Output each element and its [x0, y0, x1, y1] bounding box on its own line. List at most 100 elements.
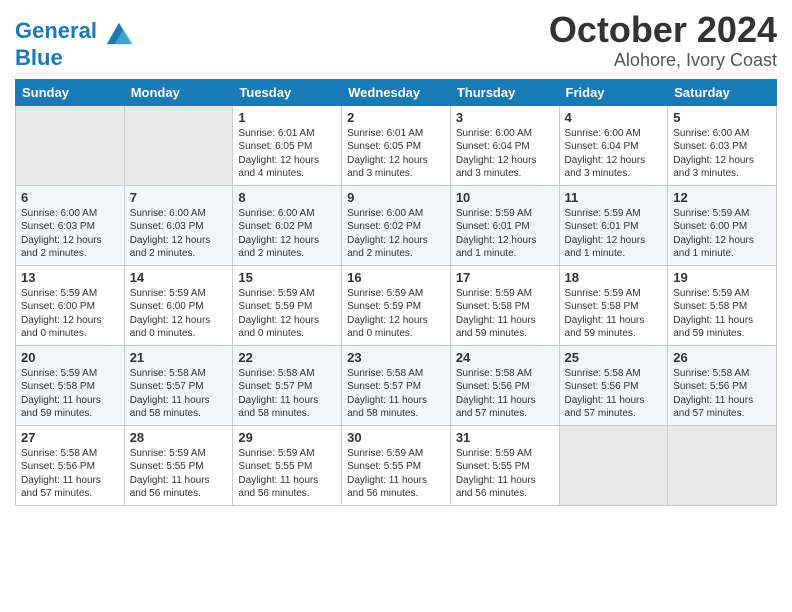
cell-info: Sunrise: 5:58 AMSunset: 5:56 PMDaylight:…: [21, 448, 101, 500]
day-number: 11: [565, 190, 663, 205]
title-block: October 2024 Alohore, Ivory Coast: [549, 10, 777, 71]
calendar-week-4: 20 Sunrise: 5:59 AMSunset: 5:58 PMDaylig…: [16, 345, 777, 425]
cell-info: Sunrise: 6:00 AMSunset: 6:04 PMDaylight:…: [565, 128, 646, 180]
calendar-cell: 3 Sunrise: 6:00 AMSunset: 6:04 PMDayligh…: [450, 105, 559, 185]
calendar-cell: 7 Sunrise: 6:00 AMSunset: 6:03 PMDayligh…: [124, 185, 233, 265]
cell-info: Sunrise: 5:59 AMSunset: 5:58 PMDaylight:…: [673, 288, 753, 340]
cell-info: Sunrise: 5:58 AMSunset: 5:57 PMDaylight:…: [130, 368, 210, 420]
cell-info: Sunrise: 6:00 AMSunset: 6:03 PMDaylight:…: [21, 208, 102, 260]
cell-info: Sunrise: 5:59 AMSunset: 5:58 PMDaylight:…: [456, 288, 536, 340]
cell-info: Sunrise: 5:59 AMSunset: 5:55 PMDaylight:…: [238, 448, 318, 500]
cell-info: Sunrise: 5:59 AMSunset: 6:00 PMDaylight:…: [130, 288, 211, 340]
cell-info: Sunrise: 5:59 AMSunset: 5:55 PMDaylight:…: [456, 448, 536, 500]
page-header: General Blue October 2024 Alohore, Ivory…: [15, 10, 777, 71]
day-number: 10: [456, 190, 554, 205]
calendar-cell: [124, 105, 233, 185]
day-number: 24: [456, 350, 554, 365]
day-number: 17: [456, 270, 554, 285]
cell-info: Sunrise: 5:58 AMSunset: 5:56 PMDaylight:…: [673, 368, 753, 420]
cell-info: Sunrise: 6:01 AMSunset: 6:05 PMDaylight:…: [347, 128, 428, 180]
logo-blue: Blue: [15, 46, 133, 70]
day-number: 23: [347, 350, 445, 365]
day-number: 28: [130, 430, 228, 445]
calendar-cell: 30 Sunrise: 5:59 AMSunset: 5:55 PMDaylig…: [342, 425, 451, 505]
calendar-cell: 20 Sunrise: 5:59 AMSunset: 5:58 PMDaylig…: [16, 345, 125, 425]
cell-info: Sunrise: 6:00 AMSunset: 6:02 PMDaylight:…: [238, 208, 319, 260]
calendar-cell: 21 Sunrise: 5:58 AMSunset: 5:57 PMDaylig…: [124, 345, 233, 425]
calendar-cell: 10 Sunrise: 5:59 AMSunset: 6:01 PMDaylig…: [450, 185, 559, 265]
calendar-cell: [559, 425, 668, 505]
calendar-cell: 23 Sunrise: 5:58 AMSunset: 5:57 PMDaylig…: [342, 345, 451, 425]
cell-info: Sunrise: 5:59 AMSunset: 5:59 PMDaylight:…: [238, 288, 319, 340]
calendar-cell: 2 Sunrise: 6:01 AMSunset: 6:05 PMDayligh…: [342, 105, 451, 185]
cell-info: Sunrise: 6:01 AMSunset: 6:05 PMDaylight:…: [238, 128, 319, 180]
day-number: 20: [21, 350, 119, 365]
calendar-cell: 27 Sunrise: 5:58 AMSunset: 5:56 PMDaylig…: [16, 425, 125, 505]
weekday-header-tuesday: Tuesday: [233, 79, 342, 105]
calendar-cell: 6 Sunrise: 6:00 AMSunset: 6:03 PMDayligh…: [16, 185, 125, 265]
cell-info: Sunrise: 5:59 AMSunset: 6:01 PMDaylight:…: [565, 208, 646, 260]
day-number: 25: [565, 350, 663, 365]
calendar-cell: [16, 105, 125, 185]
day-number: 13: [21, 270, 119, 285]
calendar-cell: 4 Sunrise: 6:00 AMSunset: 6:04 PMDayligh…: [559, 105, 668, 185]
calendar-week-1: 1 Sunrise: 6:01 AMSunset: 6:05 PMDayligh…: [16, 105, 777, 185]
calendar-cell: 16 Sunrise: 5:59 AMSunset: 5:59 PMDaylig…: [342, 265, 451, 345]
cell-info: Sunrise: 5:58 AMSunset: 5:56 PMDaylight:…: [565, 368, 645, 420]
day-number: 19: [673, 270, 771, 285]
cell-info: Sunrise: 6:00 AMSunset: 6:03 PMDaylight:…: [130, 208, 211, 260]
logo-text: General: [15, 18, 133, 46]
calendar-cell: 15 Sunrise: 5:59 AMSunset: 5:59 PMDaylig…: [233, 265, 342, 345]
day-number: 2: [347, 110, 445, 125]
calendar-cell: 25 Sunrise: 5:58 AMSunset: 5:56 PMDaylig…: [559, 345, 668, 425]
calendar-cell: 5 Sunrise: 6:00 AMSunset: 6:03 PMDayligh…: [668, 105, 777, 185]
day-number: 22: [238, 350, 336, 365]
cell-info: Sunrise: 5:58 AMSunset: 5:56 PMDaylight:…: [456, 368, 536, 420]
weekday-header-monday: Monday: [124, 79, 233, 105]
calendar-cell: 29 Sunrise: 5:59 AMSunset: 5:55 PMDaylig…: [233, 425, 342, 505]
cell-info: Sunrise: 5:59 AMSunset: 5:58 PMDaylight:…: [21, 368, 101, 420]
day-number: 1: [238, 110, 336, 125]
cell-info: Sunrise: 6:00 AMSunset: 6:04 PMDaylight:…: [456, 128, 537, 180]
calendar-week-5: 27 Sunrise: 5:58 AMSunset: 5:56 PMDaylig…: [16, 425, 777, 505]
calendar-cell: 14 Sunrise: 5:59 AMSunset: 6:00 PMDaylig…: [124, 265, 233, 345]
cell-info: Sunrise: 5:59 AMSunset: 5:55 PMDaylight:…: [347, 448, 427, 500]
day-number: 12: [673, 190, 771, 205]
calendar-header: SundayMondayTuesdayWednesdayThursdayFrid…: [16, 79, 777, 105]
cell-info: Sunrise: 5:59 AMSunset: 5:59 PMDaylight:…: [347, 288, 428, 340]
day-number: 18: [565, 270, 663, 285]
calendar-cell: 31 Sunrise: 5:59 AMSunset: 5:55 PMDaylig…: [450, 425, 559, 505]
cell-info: Sunrise: 5:59 AMSunset: 5:58 PMDaylight:…: [565, 288, 645, 340]
calendar-cell: 18 Sunrise: 5:59 AMSunset: 5:58 PMDaylig…: [559, 265, 668, 345]
day-number: 9: [347, 190, 445, 205]
day-number: 14: [130, 270, 228, 285]
month-title: October 2024: [549, 10, 777, 50]
day-number: 4: [565, 110, 663, 125]
calendar-cell: 24 Sunrise: 5:58 AMSunset: 5:56 PMDaylig…: [450, 345, 559, 425]
calendar-cell: 11 Sunrise: 5:59 AMSunset: 6:01 PMDaylig…: [559, 185, 668, 265]
cell-info: Sunrise: 5:58 AMSunset: 5:57 PMDaylight:…: [238, 368, 318, 420]
day-number: 16: [347, 270, 445, 285]
calendar-table: SundayMondayTuesdayWednesdayThursdayFrid…: [15, 79, 777, 506]
calendar-cell: 12 Sunrise: 5:59 AMSunset: 6:00 PMDaylig…: [668, 185, 777, 265]
logo: General Blue: [15, 18, 133, 70]
weekday-header-wednesday: Wednesday: [342, 79, 451, 105]
calendar-cell: 26 Sunrise: 5:58 AMSunset: 5:56 PMDaylig…: [668, 345, 777, 425]
calendar-cell: 19 Sunrise: 5:59 AMSunset: 5:58 PMDaylig…: [668, 265, 777, 345]
calendar-cell: [668, 425, 777, 505]
cell-info: Sunrise: 6:00 AMSunset: 6:02 PMDaylight:…: [347, 208, 428, 260]
calendar-cell: 17 Sunrise: 5:59 AMSunset: 5:58 PMDaylig…: [450, 265, 559, 345]
day-number: 30: [347, 430, 445, 445]
weekday-header-friday: Friday: [559, 79, 668, 105]
calendar-cell: 28 Sunrise: 5:59 AMSunset: 5:55 PMDaylig…: [124, 425, 233, 505]
day-number: 29: [238, 430, 336, 445]
cell-info: Sunrise: 5:59 AMSunset: 6:01 PMDaylight:…: [456, 208, 537, 260]
calendar-week-3: 13 Sunrise: 5:59 AMSunset: 6:00 PMDaylig…: [16, 265, 777, 345]
day-number: 31: [456, 430, 554, 445]
day-number: 5: [673, 110, 771, 125]
cell-info: Sunrise: 5:59 AMSunset: 5:55 PMDaylight:…: [130, 448, 210, 500]
calendar-cell: 1 Sunrise: 6:01 AMSunset: 6:05 PMDayligh…: [233, 105, 342, 185]
day-number: 3: [456, 110, 554, 125]
weekday-header-sunday: Sunday: [16, 79, 125, 105]
day-number: 6: [21, 190, 119, 205]
